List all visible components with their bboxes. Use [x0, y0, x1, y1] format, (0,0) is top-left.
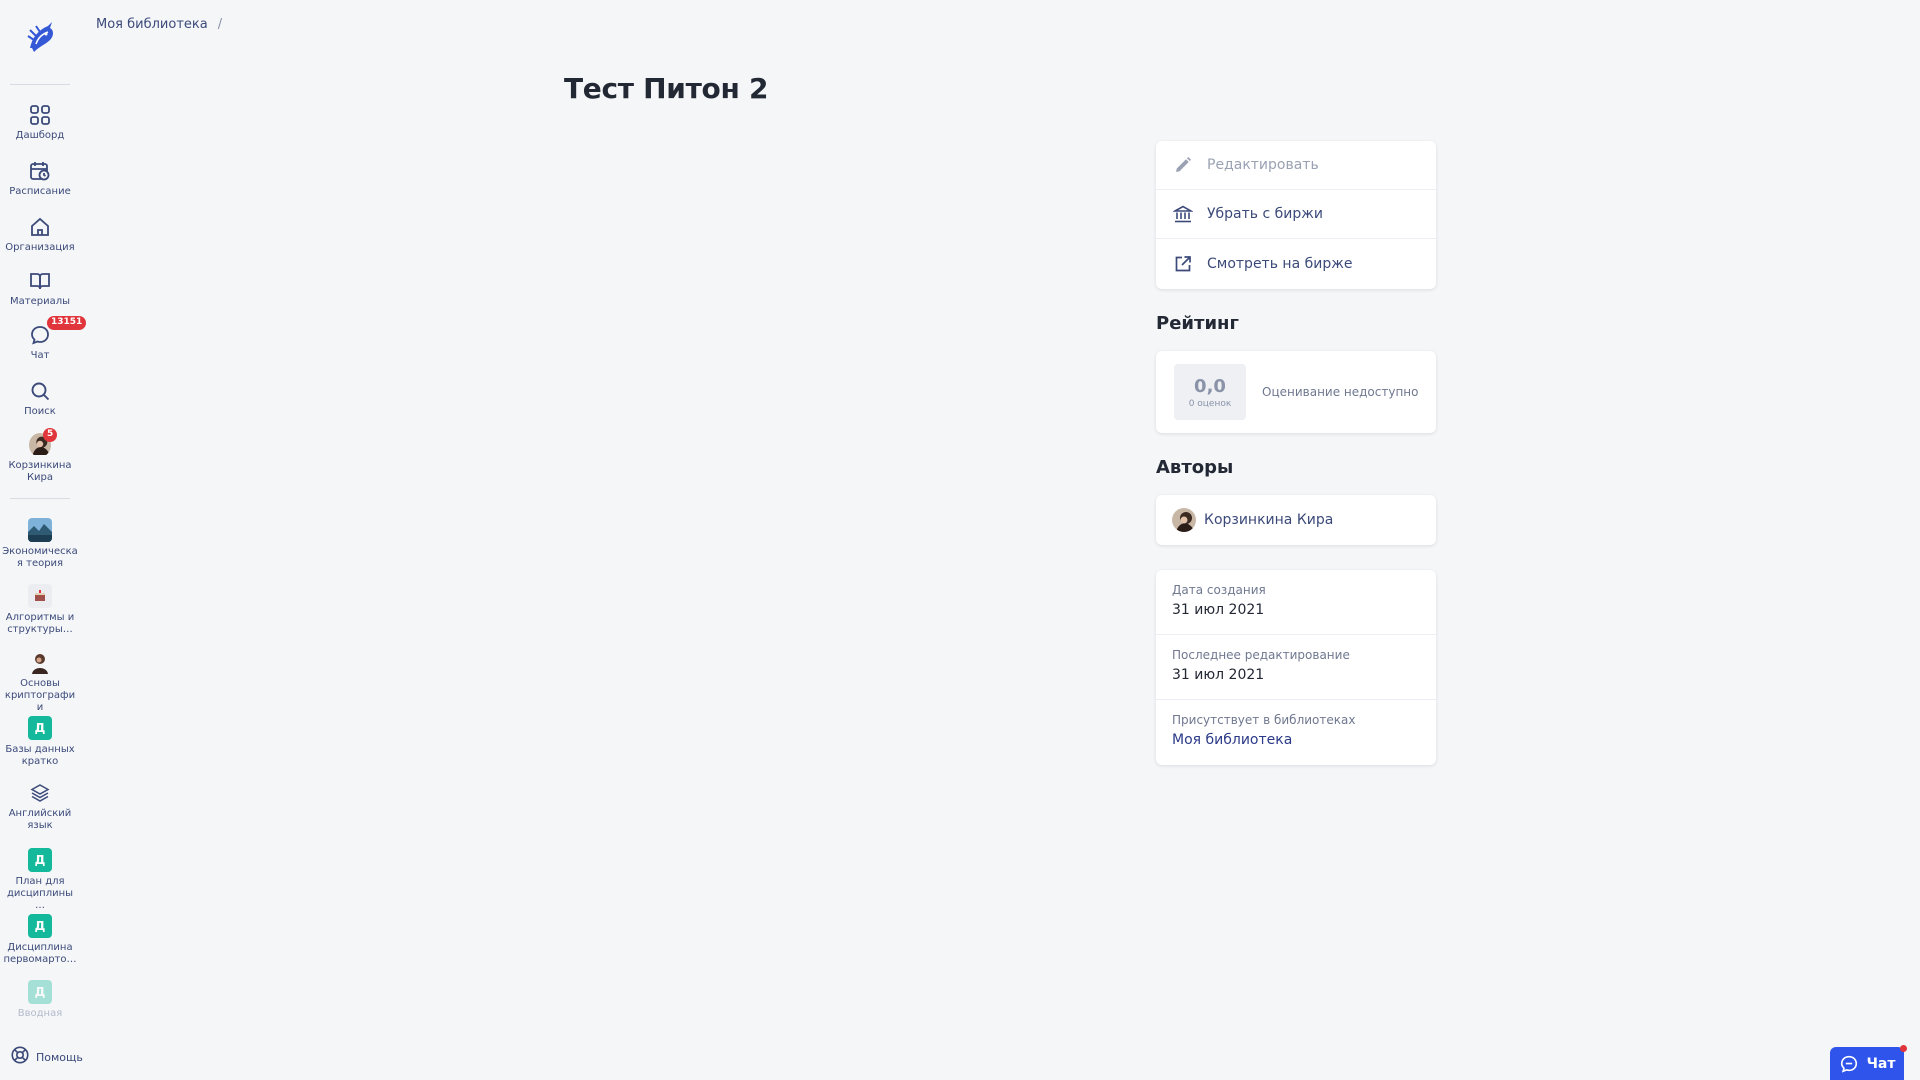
library-link[interactable]: Моя библиотека [1172, 732, 1420, 748]
rating-value: 0,0 [1194, 375, 1226, 397]
layers-icon [29, 782, 51, 804]
chat-unread-badge: 13151 [47, 316, 87, 330]
meta-edited: Последнее редактирование 31 июл 2021 [1156, 635, 1436, 700]
lifebuoy-icon [10, 1045, 30, 1069]
search-icon [29, 380, 51, 402]
rating-score-box: 0,0 0 оценок [1174, 364, 1246, 420]
sidebar-item-schedule[interactable]: Расписание [0, 160, 80, 198]
profile-notification-badge: 5 [43, 428, 58, 442]
calendar-icon [29, 160, 51, 182]
sidebar-item-organization[interactable]: Организация [0, 216, 80, 254]
breadcrumb-separator: / [217, 17, 223, 32]
rating-count: 0 оценок [1188, 398, 1232, 409]
sidebar-course-first-march[interactable]: Д Дисциплина первомарто… [0, 914, 80, 966]
logo-icon[interactable] [24, 18, 56, 56]
home-icon [29, 216, 51, 238]
edit-button[interactable]: Редактировать [1156, 141, 1436, 190]
sidebar-item-label: Чат [30, 350, 50, 361]
rating-section-title: Рейтинг [1156, 313, 1239, 334]
sidebar-item-label: План для дисциплины… [6, 876, 74, 911]
d-tile-icon: Д [28, 980, 52, 1004]
breadcrumb: Моя библиотека / [96, 17, 222, 32]
sidebar-item-label: Вводная [17, 1008, 63, 1019]
bank-icon [1173, 205, 1193, 223]
sidebar-item-label: Алгоритмы и структуры… [5, 612, 75, 635]
sidebar-item-dashboard[interactable]: Дашборд [0, 104, 80, 142]
sidebar-item-materials[interactable]: Материалы [0, 270, 80, 308]
sidebar-item-label: Поиск [24, 406, 56, 417]
sidebar-item-label: Дашборд [15, 130, 65, 141]
breadcrumb-item-library[interactable]: Моя библиотека [96, 17, 208, 32]
sidebar-course-databases[interactable]: Д Базы данных кратко [0, 716, 80, 768]
sidebar-item-label: Основы криптографии [4, 678, 76, 713]
sidebar-item-label: Английский язык [8, 808, 72, 831]
remove-from-exchange-label: Убрать с биржи [1207, 206, 1323, 222]
sidebar-item-label: Корзинкина Кира [8, 460, 72, 483]
sidebar-item-label: Расписание [9, 186, 71, 197]
sidebar-item-label: Материалы [10, 296, 70, 307]
meta-created: Дата создания 31 июл 2021 [1156, 570, 1436, 635]
external-link-icon [1175, 255, 1191, 271]
d-tile-icon: Д [28, 914, 52, 938]
meta-libraries: Присутствует в библиотеках Моя библиотек… [1156, 700, 1436, 765]
pencil-icon [1176, 157, 1191, 172]
sidebar-course-cryptography[interactable]: Основы криптографии [0, 650, 80, 714]
landscape-thumb-icon [28, 518, 52, 542]
sidebar-item-label: Организация [5, 242, 75, 253]
rating-card: 0,0 0 оценок Оценивание недоступно [1156, 351, 1436, 433]
edit-button-label: Редактировать [1207, 157, 1319, 173]
help-button[interactable]: Помощь [10, 1045, 83, 1069]
sidebar: Дашборд Расписание Организация Материалы… [0, 0, 87, 1080]
chat-icon [1840, 1055, 1857, 1073]
chat-widget-label: Чат [1866, 1055, 1896, 1072]
rating-note: Оценивание недоступно [1262, 385, 1419, 399]
sidebar-course-intro[interactable]: Д Вводная [0, 980, 80, 1020]
cake-thumb-icon [28, 584, 52, 608]
sidebar-course-economics[interactable]: Экономическая теория [0, 518, 80, 570]
author-avatar [1172, 508, 1196, 532]
chat-icon: 13151 [29, 316, 87, 346]
chat-notification-dot [1900, 1045, 1907, 1052]
page-title: Тест Питон 2 [564, 72, 769, 105]
author-name: Корзинкина Кира [1204, 512, 1334, 528]
sidebar-course-algorithms[interactable]: Алгоритмы и структуры… [0, 584, 80, 636]
sidebar-item-chat[interactable]: 13151 Чат [0, 316, 87, 362]
remove-from-exchange-button[interactable]: Убрать с биржи [1156, 190, 1436, 239]
sidebar-divider [10, 498, 70, 499]
meta-card: Дата создания 31 июл 2021 Последнее реда… [1156, 570, 1436, 765]
meta-label: Присутствует в библиотеках [1172, 713, 1356, 727]
view-on-exchange-button[interactable]: Смотреть на бирже [1156, 239, 1436, 288]
avatar: 5 [29, 428, 58, 456]
sidebar-course-english[interactable]: Английский язык [0, 782, 80, 832]
sidebar-item-label: Базы данных кратко [5, 744, 75, 767]
sidebar-item-search[interactable]: Поиск [0, 380, 80, 418]
meta-value: 31 июл 2021 [1172, 602, 1265, 618]
author-item[interactable]: Корзинкина Кира [1156, 495, 1436, 545]
grid-icon [29, 104, 51, 126]
meta-label: Последнее редактирование [1172, 648, 1350, 662]
authors-section-title: Авторы [1156, 457, 1234, 478]
sidebar-course-discipline-plan[interactable]: Д План для дисциплины… [0, 848, 80, 912]
view-on-exchange-label: Смотреть на бирже [1207, 255, 1353, 272]
sidebar-item-profile[interactable]: 5 Корзинкина Кира [0, 428, 80, 484]
sidebar-divider [10, 84, 70, 85]
book-icon [29, 270, 51, 292]
d-tile-icon: Д [28, 716, 52, 740]
meta-label: Дата создания [1172, 583, 1266, 597]
person-thumb-icon [28, 650, 52, 674]
sidebar-item-label: Экономическая теория [2, 546, 78, 569]
d-tile-icon: Д [28, 848, 52, 872]
chat-widget-button[interactable]: Чат [1830, 1045, 1907, 1080]
actions-card: Редактировать Убрать с биржи Смотреть на… [1156, 141, 1436, 289]
meta-value: 31 июл 2021 [1172, 667, 1265, 683]
sidebar-item-label: Дисциплина первомарто… [3, 942, 77, 965]
help-label: Помощь [36, 1050, 83, 1064]
